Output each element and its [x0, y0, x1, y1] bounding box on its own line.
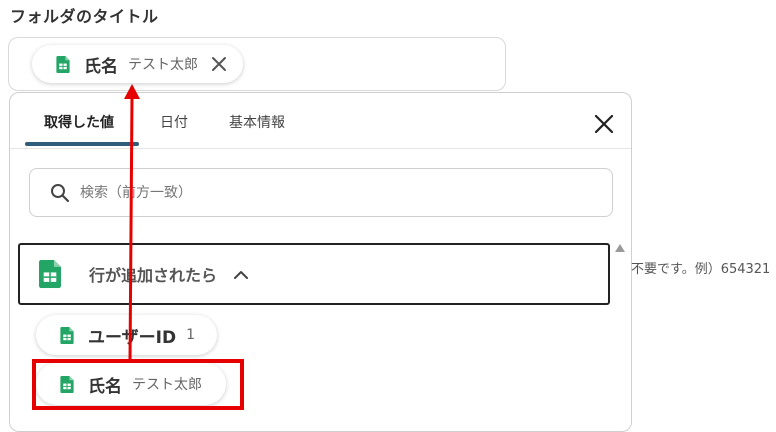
tab-bar: 取得した値 日付 基本情報 — [10, 93, 631, 149]
chevron-up-icon[interactable] — [233, 269, 249, 279]
field-hint-text: 不要です。例）654321 — [631, 262, 771, 277]
chip-label: 氏名 — [84, 56, 118, 77]
folder-title-value-chip[interactable]: 氏名 テスト太郎 — [32, 45, 243, 83]
tab-date[interactable]: 日付 — [160, 112, 188, 132]
scroll-up-arrow-icon[interactable] — [615, 244, 625, 252]
folder-title-label: フォルダのタイトル — [10, 7, 159, 26]
tab-basic-info[interactable]: 基本情報 — [229, 112, 285, 132]
chip-value: テスト太郎 — [128, 57, 198, 73]
value-item-value: テスト太郎 — [132, 377, 202, 393]
search-input[interactable] — [78, 183, 582, 202]
value-item-label: ユーザーID — [88, 327, 177, 348]
value-item-label: 氏名 — [88, 376, 122, 397]
google-sheets-icon — [60, 376, 74, 393]
value-item-name[interactable]: 氏名 テスト太郎 — [36, 363, 226, 405]
search-icon — [51, 183, 70, 202]
trigger-group-label: 行が追加されたら — [89, 266, 218, 285]
google-sheets-icon — [60, 327, 74, 344]
google-sheets-icon — [56, 56, 70, 73]
active-tab-indicator — [25, 142, 139, 146]
close-panel-icon[interactable] — [593, 113, 615, 135]
value-item-value: 1 — [186, 327, 196, 343]
close-icon[interactable] — [211, 56, 227, 72]
value-item-user-id[interactable]: ユーザーID 1 — [36, 315, 218, 355]
search-box[interactable] — [29, 168, 613, 217]
tab-acquired-values[interactable]: 取得した値 — [44, 112, 114, 132]
google-sheets-icon — [39, 259, 61, 289]
trigger-group-header[interactable]: 行が追加されたら — [18, 243, 610, 305]
